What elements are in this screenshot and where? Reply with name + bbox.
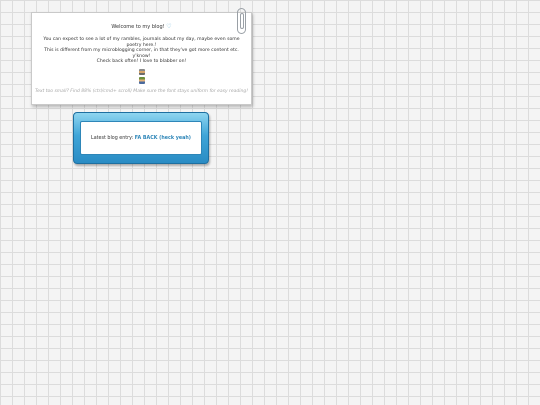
latest-blog-prefix: Latest blog entry: bbox=[91, 135, 135, 141]
heart-icon: ♡ bbox=[166, 23, 172, 30]
pixel-sprite-icon bbox=[138, 76, 145, 84]
tagline-text: Text too small? Find 88% (ctrl/cmd+ scro… bbox=[34, 89, 249, 94]
intro-line: This is different from my microblogging … bbox=[44, 48, 239, 59]
paperclip-icon bbox=[237, 8, 246, 34]
pixel-icons bbox=[32, 68, 251, 84]
intro-line: You can expect to see a lot of my ramble… bbox=[43, 37, 240, 48]
welcome-note-card: Welcome to my blog! ♡ You can expect to … bbox=[31, 8, 252, 105]
intro-line: Check back often! I love to blabber on! bbox=[96, 59, 187, 65]
welcome-title: Welcome to my blog! bbox=[111, 24, 165, 30]
pixel-sprite-icon bbox=[138, 68, 145, 75]
latest-blog-box: Latest blog entry: FA BACK (heck yeah) bbox=[73, 112, 209, 164]
welcome-heading: Welcome to my blog! ♡ bbox=[32, 23, 251, 31]
intro-text: You can expect to see a lot of my ramble… bbox=[40, 37, 243, 65]
latest-blog-link[interactable]: FA BACK (heck yeah) bbox=[135, 136, 191, 141]
latest-blog-line: Latest blog entry: FA BACK (heck yeah) bbox=[91, 136, 191, 141]
latest-blog-inner: Latest blog entry: FA BACK (heck yeah) bbox=[80, 121, 202, 155]
